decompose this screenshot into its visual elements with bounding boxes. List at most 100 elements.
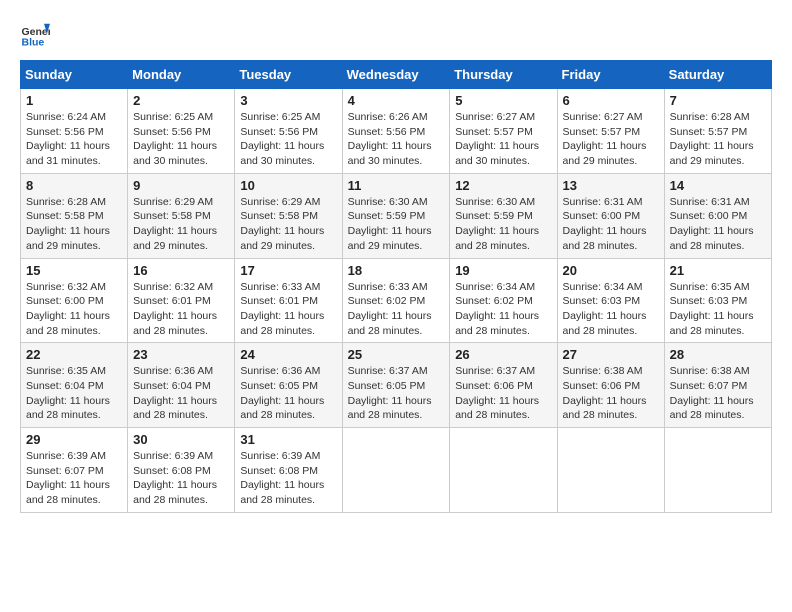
day-info: Sunrise: 6:26 AM Sunset: 5:56 PM Dayligh… xyxy=(348,110,445,169)
day-number: 14 xyxy=(670,178,766,193)
calendar-cell: 28 Sunrise: 6:38 AM Sunset: 6:07 PM Dayli… xyxy=(664,343,771,428)
day-number: 25 xyxy=(348,347,445,362)
day-number: 7 xyxy=(670,93,766,108)
day-info: Sunrise: 6:27 AM Sunset: 5:57 PM Dayligh… xyxy=(455,110,551,169)
day-of-week-header: Saturday xyxy=(664,61,771,89)
calendar-cell: 21 Sunrise: 6:35 AM Sunset: 6:03 PM Dayli… xyxy=(664,258,771,343)
day-number: 27 xyxy=(563,347,659,362)
day-number: 26 xyxy=(455,347,551,362)
day-info: Sunrise: 6:37 AM Sunset: 6:05 PM Dayligh… xyxy=(348,364,445,423)
calendar-table: SundayMondayTuesdayWednesdayThursdayFrid… xyxy=(20,60,772,513)
calendar-cell: 24 Sunrise: 6:36 AM Sunset: 6:05 PM Dayli… xyxy=(235,343,342,428)
day-info: Sunrise: 6:29 AM Sunset: 5:58 PM Dayligh… xyxy=(133,195,229,254)
day-info: Sunrise: 6:37 AM Sunset: 6:06 PM Dayligh… xyxy=(455,364,551,423)
day-of-week-header: Sunday xyxy=(21,61,128,89)
day-info: Sunrise: 6:24 AM Sunset: 5:56 PM Dayligh… xyxy=(26,110,122,169)
calendar-cell: 20Sunrise: 6:34 AM Sunset: 6:03 PM Dayli… xyxy=(557,258,664,343)
day-number: 9 xyxy=(133,178,229,193)
day-number: 28 xyxy=(670,347,766,362)
day-number: 24 xyxy=(240,347,336,362)
calendar-cell: 23 Sunrise: 6:36 AM Sunset: 6:04 PM Dayli… xyxy=(128,343,235,428)
calendar-cell xyxy=(450,428,557,513)
calendar-cell: 4 Sunrise: 6:26 AM Sunset: 5:56 PM Daylig… xyxy=(342,89,450,174)
day-number: 30 xyxy=(133,432,229,447)
day-info: Sunrise: 6:38 AM Sunset: 6:07 PM Dayligh… xyxy=(670,364,766,423)
day-info: Sunrise: 6:39 AM Sunset: 6:07 PM Dayligh… xyxy=(26,449,122,508)
calendar-week-row: 22 Sunrise: 6:35 AM Sunset: 6:04 PM Dayli… xyxy=(21,343,772,428)
day-info: Sunrise: 6:27 AM Sunset: 5:57 PM Dayligh… xyxy=(563,110,659,169)
day-info: Sunrise: 6:32 AM Sunset: 6:00 PM Dayligh… xyxy=(26,280,122,339)
day-info: Sunrise: 6:29 AM Sunset: 5:58 PM Dayligh… xyxy=(240,195,336,254)
day-number: 23 xyxy=(133,347,229,362)
day-info: Sunrise: 6:39 AM Sunset: 6:08 PM Dayligh… xyxy=(133,449,229,508)
calendar-cell xyxy=(557,428,664,513)
day-number: 13 xyxy=(563,178,659,193)
calendar-week-row: 29 Sunrise: 6:39 AM Sunset: 6:07 PM Dayli… xyxy=(21,428,772,513)
day-number: 8 xyxy=(26,178,122,193)
day-number: 3 xyxy=(240,93,336,108)
logo: General Blue xyxy=(20,20,50,50)
calendar-cell: 6 Sunrise: 6:27 AM Sunset: 5:57 PM Daylig… xyxy=(557,89,664,174)
day-number: 19 xyxy=(455,263,551,278)
day-of-week-header: Friday xyxy=(557,61,664,89)
calendar-cell: 3Sunrise: 6:25 AM Sunset: 5:56 PM Daylig… xyxy=(235,89,342,174)
day-number: 21 xyxy=(670,263,766,278)
day-info: Sunrise: 6:28 AM Sunset: 5:58 PM Dayligh… xyxy=(26,195,122,254)
day-of-week-header: Monday xyxy=(128,61,235,89)
logo-icon: General Blue xyxy=(20,20,50,50)
calendar-cell: 8 Sunrise: 6:28 AM Sunset: 5:58 PM Daylig… xyxy=(21,173,128,258)
day-info: Sunrise: 6:32 AM Sunset: 6:01 PM Dayligh… xyxy=(133,280,229,339)
calendar-cell: 1 Sunrise: 6:24 AM Sunset: 5:56 PM Daylig… xyxy=(21,89,128,174)
day-number: 31 xyxy=(240,432,336,447)
calendar-cell: 9 Sunrise: 6:29 AM Sunset: 5:58 PM Daylig… xyxy=(128,173,235,258)
calendar-cell: 25 Sunrise: 6:37 AM Sunset: 6:05 PM Dayli… xyxy=(342,343,450,428)
day-info: Sunrise: 6:34 AM Sunset: 6:03 PM Dayligh… xyxy=(563,280,659,339)
calendar-cell: 7 Sunrise: 6:28 AM Sunset: 5:57 PM Daylig… xyxy=(664,89,771,174)
day-info: Sunrise: 6:25 AM Sunset: 5:56 PM Dayligh… xyxy=(133,110,229,169)
day-info: Sunrise: 6:30 AM Sunset: 5:59 PM Dayligh… xyxy=(348,195,445,254)
day-info: Sunrise: 6:35 AM Sunset: 6:03 PM Dayligh… xyxy=(670,280,766,339)
calendar-cell: 15 Sunrise: 6:32 AM Sunset: 6:00 PM Dayli… xyxy=(21,258,128,343)
day-info: Sunrise: 6:33 AM Sunset: 6:02 PM Dayligh… xyxy=(348,280,445,339)
calendar-cell xyxy=(664,428,771,513)
day-number: 1 xyxy=(26,93,122,108)
day-info: Sunrise: 6:31 AM Sunset: 6:00 PM Dayligh… xyxy=(670,195,766,254)
day-number: 29 xyxy=(26,432,122,447)
calendar-cell: 29 Sunrise: 6:39 AM Sunset: 6:07 PM Dayli… xyxy=(21,428,128,513)
day-number: 17 xyxy=(240,263,336,278)
day-of-week-header: Wednesday xyxy=(342,61,450,89)
svg-text:Blue: Blue xyxy=(22,37,45,49)
calendar-cell: 17 Sunrise: 6:33 AM Sunset: 6:01 PM Dayli… xyxy=(235,258,342,343)
day-of-week-header: Thursday xyxy=(450,61,557,89)
day-number: 4 xyxy=(348,93,445,108)
day-info: Sunrise: 6:38 AM Sunset: 6:06 PM Dayligh… xyxy=(563,364,659,423)
day-number: 18 xyxy=(348,263,445,278)
calendar-cell: 16Sunrise: 6:32 AM Sunset: 6:01 PM Dayli… xyxy=(128,258,235,343)
day-number: 6 xyxy=(563,93,659,108)
day-number: 12 xyxy=(455,178,551,193)
day-info: Sunrise: 6:33 AM Sunset: 6:01 PM Dayligh… xyxy=(240,280,336,339)
day-number: 5 xyxy=(455,93,551,108)
calendar-cell: 27 Sunrise: 6:38 AM Sunset: 6:06 PM Dayli… xyxy=(557,343,664,428)
calendar-cell: 10Sunrise: 6:29 AM Sunset: 5:58 PM Dayli… xyxy=(235,173,342,258)
calendar-cell: 2 Sunrise: 6:25 AM Sunset: 5:56 PM Daylig… xyxy=(128,89,235,174)
calendar-cell: 18 Sunrise: 6:33 AM Sunset: 6:02 PM Dayli… xyxy=(342,258,450,343)
day-number: 11 xyxy=(348,178,445,193)
day-of-week-header: Tuesday xyxy=(235,61,342,89)
calendar-cell: 5 Sunrise: 6:27 AM Sunset: 5:57 PM Daylig… xyxy=(450,89,557,174)
calendar-cell: 11 Sunrise: 6:30 AM Sunset: 5:59 PM Dayli… xyxy=(342,173,450,258)
day-info: Sunrise: 6:36 AM Sunset: 6:05 PM Dayligh… xyxy=(240,364,336,423)
calendar-cell xyxy=(342,428,450,513)
calendar-cell: 12Sunrise: 6:30 AM Sunset: 5:59 PM Dayli… xyxy=(450,173,557,258)
day-info: Sunrise: 6:31 AM Sunset: 6:00 PM Dayligh… xyxy=(563,195,659,254)
calendar-cell: 26 Sunrise: 6:37 AM Sunset: 6:06 PM Dayli… xyxy=(450,343,557,428)
calendar-cell: 19Sunrise: 6:34 AM Sunset: 6:02 PM Dayli… xyxy=(450,258,557,343)
calendar-cell: 14 Sunrise: 6:31 AM Sunset: 6:00 PM Dayli… xyxy=(664,173,771,258)
page-header: General Blue xyxy=(20,20,772,50)
day-number: 22 xyxy=(26,347,122,362)
day-info: Sunrise: 6:36 AM Sunset: 6:04 PM Dayligh… xyxy=(133,364,229,423)
day-info: Sunrise: 6:28 AM Sunset: 5:57 PM Dayligh… xyxy=(670,110,766,169)
day-info: Sunrise: 6:35 AM Sunset: 6:04 PM Dayligh… xyxy=(26,364,122,423)
day-number: 2 xyxy=(133,93,229,108)
day-number: 15 xyxy=(26,263,122,278)
